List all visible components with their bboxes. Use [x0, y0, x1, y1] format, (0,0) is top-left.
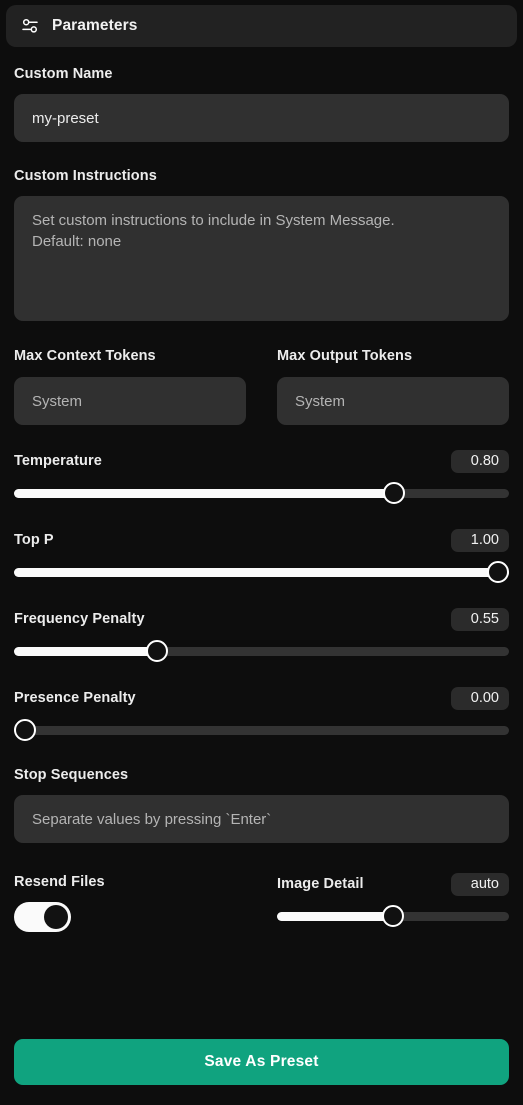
custom-name-label: Custom Name — [14, 66, 113, 82]
panel-body: Custom Name Custom Instructions Max Cont… — [0, 47, 523, 1039]
token-limits-row: Max Context Tokens Max Output Tokens — [14, 347, 509, 425]
slider-fill — [277, 911, 393, 921]
presence-penalty-label: Presence Penalty — [14, 690, 136, 706]
max-context-tokens-label: Max Context Tokens — [14, 348, 156, 364]
panel-header: Parameters — [6, 5, 517, 47]
top-p-label: Top P — [14, 532, 54, 548]
image-detail-value: auto — [451, 872, 509, 896]
parameters-panel: Parameters Custom Name Custom Instructio… — [0, 0, 523, 1105]
stop-sequences-field-group: Stop Sequences — [14, 767, 509, 843]
top-p-slider[interactable] — [14, 561, 509, 583]
frequency-penalty-value: 0.55 — [451, 607, 509, 631]
custom-name-field-group: Custom Name — [14, 66, 509, 142]
temperature-slider-group: Temperature 0.80 — [14, 449, 509, 504]
slider-thumb[interactable] — [146, 640, 169, 662]
stop-sequences-label: Stop Sequences — [14, 767, 129, 783]
stop-sequences-input[interactable] — [14, 795, 509, 843]
slider-thumb[interactable] — [14, 719, 36, 741]
max-output-tokens-label: Max Output Tokens — [277, 348, 413, 364]
sliders-horizontal-icon — [20, 16, 40, 36]
max-output-tokens-group: Max Output Tokens — [277, 347, 509, 425]
resend-files-label: Resend Files — [14, 874, 105, 890]
presence-penalty-slider[interactable] — [14, 719, 509, 741]
toggle-knob — [44, 905, 68, 929]
save-as-preset-button[interactable]: Save As Preset — [14, 1039, 509, 1085]
resend-files-group: Resend Files — [14, 873, 246, 932]
max-context-tokens-group: Max Context Tokens — [14, 347, 246, 425]
image-detail-slider[interactable] — [277, 905, 509, 927]
max-output-tokens-input[interactable] — [277, 377, 509, 425]
custom-instructions-label: Custom Instructions — [14, 168, 157, 184]
slider-fill — [14, 646, 153, 656]
presence-penalty-slider-group: Presence Penalty 0.00 — [14, 686, 509, 741]
slider-thumb[interactable] — [487, 561, 509, 583]
temperature-value: 0.80 — [451, 449, 509, 473]
layout-spacer — [14, 932, 509, 1039]
custom-instructions-field-group: Custom Instructions — [14, 168, 509, 321]
bottom-options-row: Resend Files Image Detail auto — [14, 872, 509, 932]
frequency-penalty-slider[interactable] — [14, 640, 509, 662]
frequency-penalty-slider-group: Frequency Penalty 0.55 — [14, 607, 509, 662]
image-detail-group: Image Detail auto — [277, 872, 509, 927]
max-context-tokens-input[interactable] — [14, 377, 246, 425]
frequency-penalty-label: Frequency Penalty — [14, 611, 145, 627]
panel-title: Parameters — [52, 17, 138, 34]
slider-thumb[interactable] — [382, 905, 404, 927]
slider-fill — [14, 488, 401, 498]
slider-thumb[interactable] — [382, 482, 405, 504]
temperature-label: Temperature — [14, 453, 102, 469]
custom-name-input[interactable] — [14, 94, 509, 142]
resend-files-toggle[interactable] — [14, 902, 71, 932]
image-detail-label: Image Detail — [277, 876, 364, 892]
custom-instructions-textarea[interactable] — [14, 196, 509, 321]
presence-penalty-value: 0.00 — [451, 686, 509, 710]
temperature-slider[interactable] — [14, 482, 509, 504]
top-p-value: 1.00 — [451, 528, 509, 552]
slider-fill — [14, 567, 509, 577]
top-p-slider-group: Top P 1.00 — [14, 528, 509, 583]
slider-track — [14, 725, 509, 735]
